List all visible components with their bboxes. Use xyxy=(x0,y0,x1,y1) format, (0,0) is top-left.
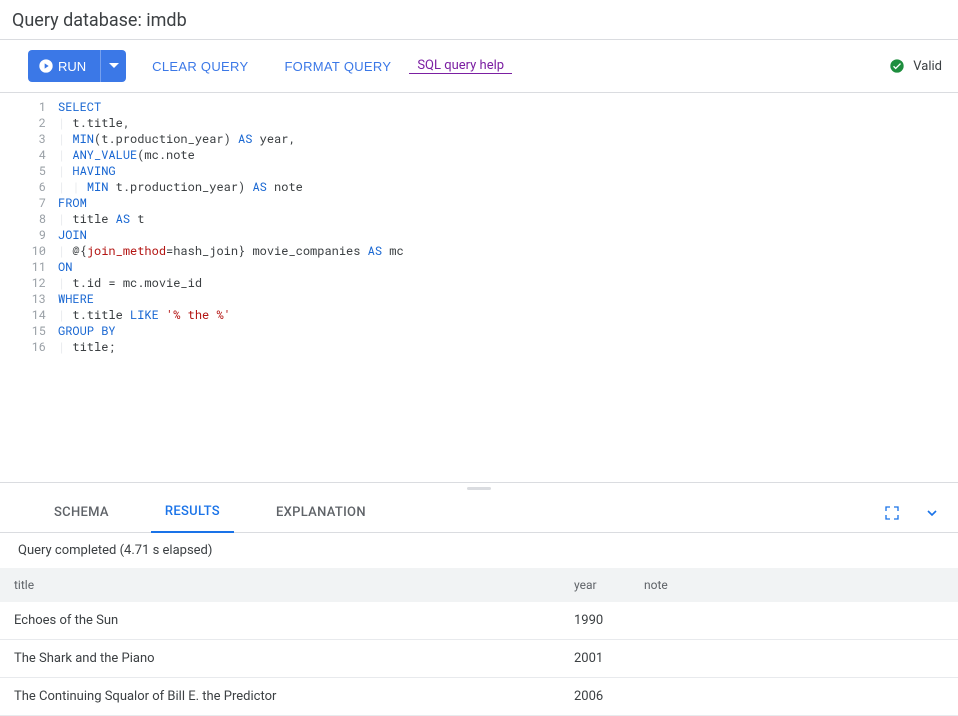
run-button[interactable]: RUN xyxy=(28,50,100,82)
toolbar: RUN CLEAR QUERY FORMAT QUERY SQL query h… xyxy=(0,39,958,93)
cell-note xyxy=(630,602,958,640)
tab-schema[interactable]: SCHEMA xyxy=(40,493,123,533)
caret-down-icon xyxy=(109,61,119,71)
run-dropdown-button[interactable] xyxy=(100,50,126,82)
chevron-down-icon xyxy=(924,505,940,521)
fullscreen-icon xyxy=(884,505,900,521)
sql-editor[interactable]: 12345678910111213141516 SELECT| t.title,… xyxy=(0,93,958,483)
table-row[interactable]: Echoes of the Sun1990 xyxy=(0,602,958,640)
format-query-button[interactable]: FORMAT QUERY xyxy=(272,50,403,82)
table-row[interactable]: The Shark and the Piano2001 xyxy=(0,640,958,678)
fullscreen-button[interactable] xyxy=(880,501,904,525)
cell-title: The Continuing Squalor of Bill E. the Pr… xyxy=(0,678,560,716)
clear-query-button[interactable]: CLEAR QUERY xyxy=(140,50,260,82)
cell-note xyxy=(630,640,958,678)
cell-year: 2006 xyxy=(560,678,630,716)
check-circle-icon xyxy=(889,58,905,74)
column-header-year[interactable]: year xyxy=(560,568,630,602)
results-table: title year note Echoes of the Sun1990The… xyxy=(0,568,958,716)
line-number-gutter: 12345678910111213141516 xyxy=(0,93,58,482)
cell-year: 1990 xyxy=(560,602,630,640)
play-icon xyxy=(38,58,54,74)
table-row[interactable]: The Continuing Squalor of Bill E. the Pr… xyxy=(0,678,958,716)
sql-help-link[interactable]: SQL query help xyxy=(409,58,512,74)
tab-explanation[interactable]: EXPLANATION xyxy=(262,493,380,533)
page-title: Query database: imdb xyxy=(0,0,958,39)
result-tabs: SCHEMA RESULTS EXPLANATION xyxy=(0,493,958,533)
panel-resize-handle[interactable] xyxy=(0,483,958,493)
column-header-note[interactable]: note xyxy=(630,568,958,602)
cell-year: 2001 xyxy=(560,640,630,678)
cell-title: The Shark and the Piano xyxy=(0,640,560,678)
collapse-button[interactable] xyxy=(920,501,944,525)
cell-title: Echoes of the Sun xyxy=(0,602,560,640)
cell-note xyxy=(630,678,958,716)
query-status-message: Query completed (4.71 s elapsed) xyxy=(0,533,958,568)
code-content[interactable]: SELECT| t.title,| MIN(t.production_year)… xyxy=(58,93,958,482)
tab-results[interactable]: RESULTS xyxy=(151,493,234,533)
column-header-title[interactable]: title xyxy=(0,568,560,602)
valid-badge: Valid xyxy=(889,58,946,74)
